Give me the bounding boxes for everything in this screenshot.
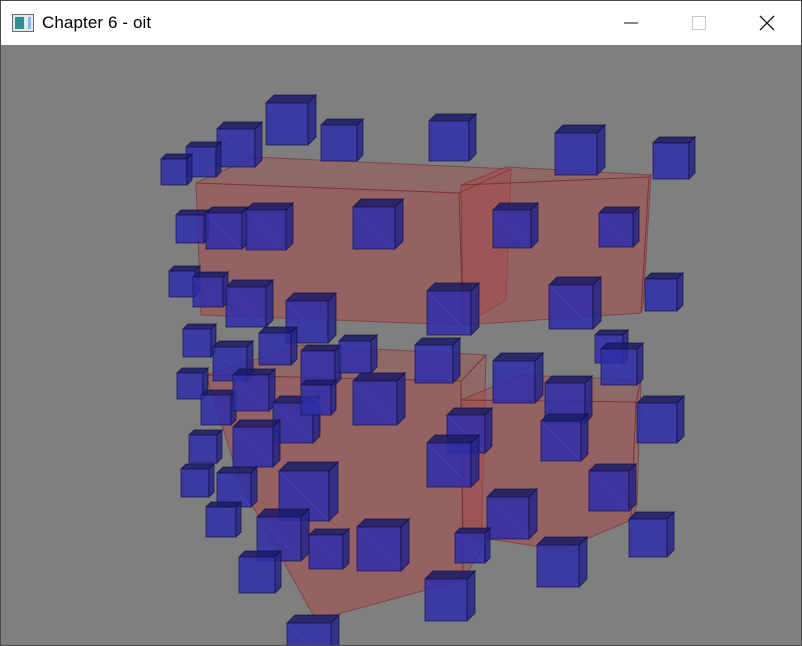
small-cube [627, 510, 676, 559]
small-cube [299, 343, 343, 387]
small-cube [651, 135, 697, 181]
small-cube [535, 535, 589, 589]
small-cube [491, 351, 545, 405]
small-cube [319, 117, 365, 163]
small-cube [635, 394, 686, 445]
small-cube [231, 418, 282, 469]
window-title: Chapter 6 - oit [42, 13, 152, 32]
small-cube [355, 517, 411, 573]
small-cube [427, 112, 478, 163]
small-cube [413, 336, 462, 385]
small-cube [597, 205, 641, 249]
title-bar[interactable]: Chapter 6 - oit [1, 1, 801, 45]
small-cube [191, 270, 230, 309]
small-cube [587, 462, 638, 513]
small-cube [599, 341, 645, 387]
small-cube [285, 613, 341, 645]
small-cube [425, 281, 481, 337]
small-cube [337, 333, 379, 375]
app-window: Chapter 6 - oit [0, 0, 802, 646]
app-window-icon [12, 14, 34, 32]
small-cube [231, 367, 277, 413]
small-cube [215, 465, 259, 509]
small-cube [351, 197, 405, 251]
small-cube [264, 93, 318, 147]
small-cube [423, 569, 477, 623]
small-cube [485, 487, 539, 541]
minimize-button[interactable] [597, 1, 665, 45]
small-cube [199, 388, 238, 427]
small-cube [425, 433, 481, 489]
small-cube [187, 428, 224, 465]
maximize-button[interactable] [665, 1, 733, 45]
small-cube [553, 123, 607, 177]
small-cube [257, 325, 299, 367]
small-cube [224, 278, 275, 329]
small-cube [204, 205, 250, 251]
small-cube [643, 271, 685, 313]
small-cube [159, 152, 194, 187]
small-cube [307, 527, 351, 571]
maximize-icon [692, 16, 706, 30]
small-cube [453, 526, 492, 565]
small-cube [237, 549, 283, 595]
small-cube [181, 322, 218, 359]
window-controls [597, 1, 801, 45]
small-cube [491, 201, 540, 250]
small-cube [299, 378, 338, 417]
small-cube [539, 412, 590, 463]
small-cube [244, 201, 295, 252]
small-cube [351, 371, 407, 427]
oit-scene-canvas [159, 93, 697, 645]
minimize-icon [624, 22, 638, 24]
small-cube [204, 500, 243, 539]
close-icon [759, 15, 775, 31]
small-cube [215, 120, 264, 169]
small-cube [179, 462, 216, 499]
small-cube [174, 208, 211, 245]
small-cube [547, 275, 603, 331]
close-button[interactable] [733, 1, 801, 45]
render-viewport[interactable] [1, 45, 801, 645]
